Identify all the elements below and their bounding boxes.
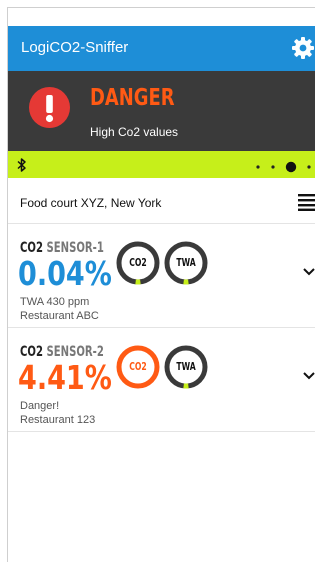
sensor-detail: Danger! (20, 400, 60, 412)
exclamation-icon (29, 87, 70, 128)
twa-gauge: TWA (163, 344, 209, 390)
sensor-value: 4.41% (18, 358, 112, 397)
bluetooth-icon (15, 157, 29, 173)
danger-alert: DANGER High Co2 values (8, 71, 315, 151)
gauge-label: TWA (176, 360, 196, 373)
sensor-card-2[interactable]: CO2 SENSOR-2 4.41% Danger! Restaurant 12… (8, 328, 315, 432)
app-title: LogiCO2-Sniffer (21, 39, 129, 56)
connection-status-bar (8, 151, 315, 178)
sensor-location: Restaurant ABC (20, 310, 99, 322)
sensor-location: Restaurant 123 (20, 414, 96, 426)
gauge-label: CO2 (129, 360, 147, 373)
page-dots-icon[interactable] (254, 160, 315, 173)
co2-gauge: CO2 (115, 344, 161, 390)
alert-message: High Co2 values (90, 125, 179, 139)
app-bar: LogiCO2-Sniffer (8, 26, 315, 71)
app-screen: LogiCO2-Sniffer DANGER High Co2 values F… (7, 7, 315, 562)
gauge-label: CO2 (129, 256, 147, 269)
sensor-card-1[interactable]: CO2 SENSOR-1 0.04% TWA 430 ppm Restauran… (8, 224, 315, 328)
alert-level: DANGER (90, 85, 175, 111)
chevron-down-icon[interactable] (302, 368, 315, 380)
twa-gauge: TWA (163, 240, 209, 286)
sensor-detail: TWA 430 ppm (20, 296, 90, 308)
hamburger-menu-icon[interactable] (298, 193, 315, 211)
chevron-down-icon[interactable] (302, 264, 315, 276)
location-text: Food court XYZ, New York (20, 196, 162, 210)
gear-icon[interactable] (291, 36, 315, 60)
gauge-label: TWA (176, 256, 196, 269)
sensor-value: 0.04% (18, 254, 112, 293)
co2-gauge: CO2 (115, 240, 161, 286)
location-bar: Food court XYZ, New York (8, 178, 315, 224)
